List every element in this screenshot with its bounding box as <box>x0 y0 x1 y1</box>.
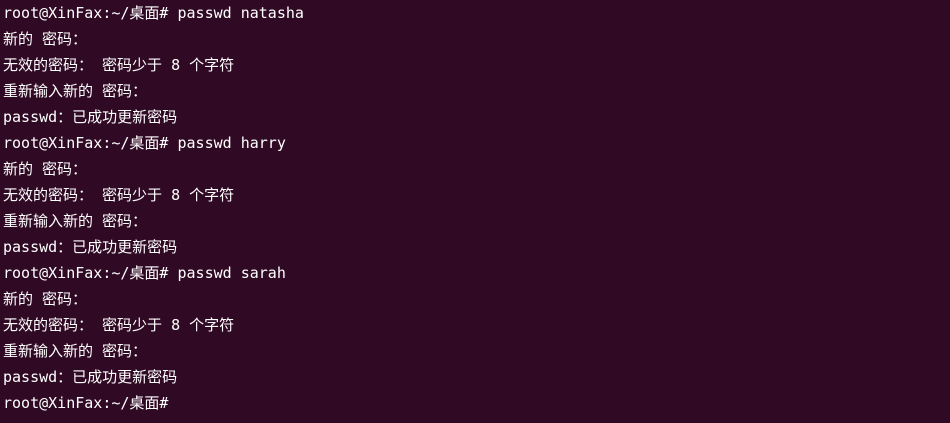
terminal-line-output: passwd：已成功更新密码 <box>3 108 178 126</box>
terminal-window[interactable]: root@XinFax:~/桌面# passwd natasha 新的 密码： … <box>0 0 950 423</box>
terminal-line-command: root@XinFax:~/桌面# passwd harry <box>3 134 286 152</box>
terminal-line-output: 重新输入新的 密码： <box>3 342 148 360</box>
terminal-line-output: 新的 密码： <box>3 290 88 308</box>
terminal-line-output: 无效的密码： 密码少于 8 个字符 <box>3 56 235 74</box>
terminal-line-output: 重新输入新的 密码： <box>3 212 148 230</box>
terminal-line-command: root@XinFax:~/桌面# passwd natasha <box>3 4 304 22</box>
terminal-line-output: 重新输入新的 密码： <box>3 82 148 100</box>
terminal-line-output: 新的 密码： <box>3 30 88 48</box>
terminal-line-output: 新的 密码： <box>3 160 88 178</box>
terminal-line-command: root@XinFax:~/桌面# passwd sarah <box>3 264 286 282</box>
terminal-line-output: 无效的密码： 密码少于 8 个字符 <box>3 316 235 334</box>
terminal-line-output: 无效的密码： 密码少于 8 个字符 <box>3 186 235 204</box>
terminal-line-output: passwd：已成功更新密码 <box>3 238 178 256</box>
terminal-line-output: passwd：已成功更新密码 <box>3 368 178 386</box>
terminal-prompt-line[interactable]: root@XinFax:~/桌面# <box>3 390 950 416</box>
